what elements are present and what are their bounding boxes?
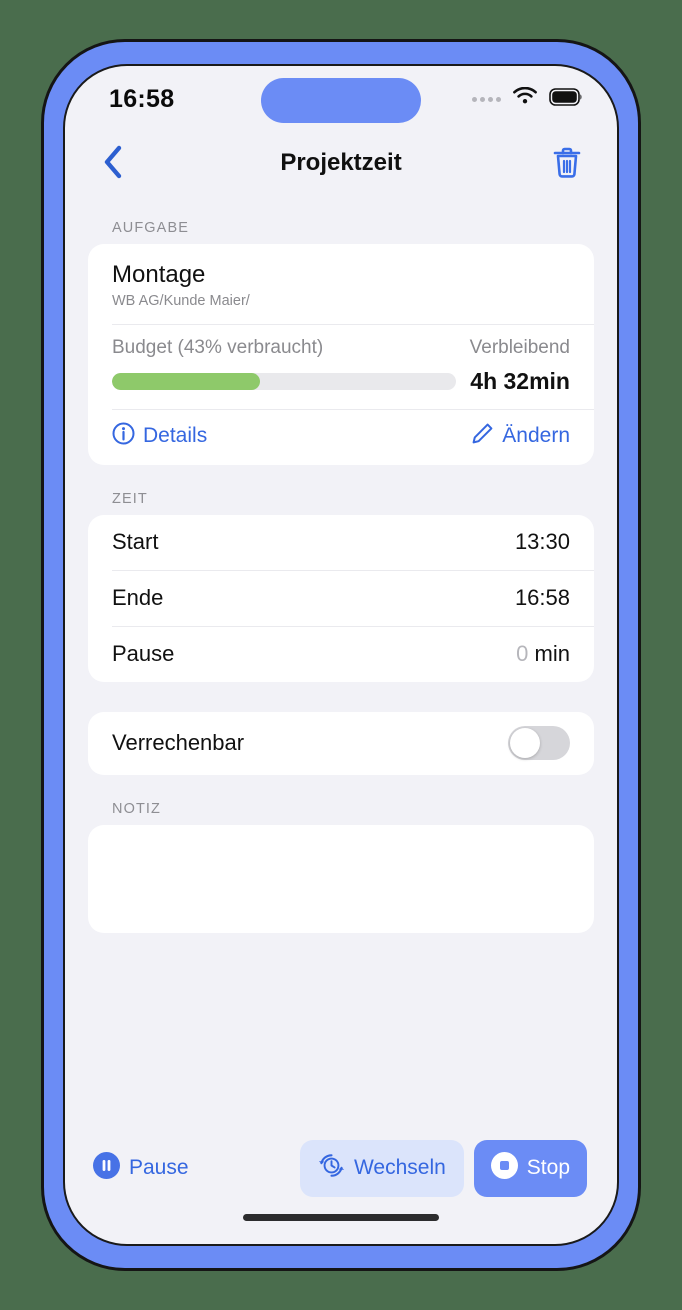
flex-spacer <box>65 1030 617 1122</box>
info-circle-icon <box>112 422 135 451</box>
phone-screen: 16:58 Projektzeit AUFGABE Montage WB AG/… <box>63 64 619 1246</box>
task-card: Montage WB AG/Kunde Maier/ Budget (43% v… <box>88 244 594 465</box>
toggle-knob <box>510 728 540 759</box>
billable-card: Verrechenbar <box>88 711 594 775</box>
chevron-left-icon <box>102 145 124 182</box>
time-row-value: 16:58 <box>514 585 570 611</box>
stop-button-label: Stop <box>526 1156 570 1179</box>
time-row-label: Ende <box>112 585 164 611</box>
budget-progress-fill <box>112 372 261 390</box>
pause-circle-icon <box>93 1151 120 1185</box>
status-bar-time: 16:58 <box>109 84 175 113</box>
details-button-label: Details <box>143 424 208 448</box>
bottom-action-bar: Pause Wechseln Stop <box>65 1122 617 1214</box>
task-header[interactable]: Montage WB AG/Kunde Maier/ <box>88 244 594 324</box>
section-label-task: AUFGABE <box>112 220 189 236</box>
pause-button-label: Pause <box>129 1156 189 1179</box>
budget-progress-bar <box>112 372 457 390</box>
details-button[interactable]: Details <box>112 422 207 451</box>
switch-clock-icon <box>318 1152 345 1185</box>
phone-frame: 16:58 Projektzeit AUFGABE Montage WB AG/… <box>41 39 641 1271</box>
section-label-note: NOTIZ <box>112 800 161 817</box>
pencil-icon <box>471 422 494 451</box>
billable-toggle[interactable] <box>508 726 570 761</box>
time-row-label: Start <box>112 529 159 555</box>
time-row-start[interactable]: Start 13:30 <box>88 515 594 570</box>
home-indicator <box>65 1214 617 1244</box>
break-row-label: Pause <box>112 641 175 667</box>
main-content: AUFGABE Montage WB AG/Kunde Maier/ Budge… <box>65 194 617 1030</box>
time-row-end[interactable]: Ende 16:58 <box>88 571 594 626</box>
wifi-icon <box>512 86 538 111</box>
task-actions: Details Ändern <box>88 410 594 465</box>
dynamic-island <box>261 78 421 123</box>
remaining-value: 4h 32min <box>470 367 570 394</box>
time-card: Start 13:30 Ende 16:58 Pause 0 min <box>88 514 594 682</box>
back-button[interactable] <box>91 141 135 185</box>
time-row-break[interactable]: Pause 0 min <box>88 627 594 682</box>
task-subtitle: WB AG/Kunde Maier/ <box>112 292 250 309</box>
time-row-value: 13:30 <box>514 529 570 555</box>
section-label-time: ZEIT <box>112 490 148 507</box>
break-minutes-unit: min <box>534 641 570 667</box>
battery-full-icon <box>549 87 583 111</box>
switch-button-label: Wechseln <box>353 1156 446 1179</box>
pause-button[interactable]: Pause <box>93 1151 189 1185</box>
stop-circle-icon <box>490 1151 518 1185</box>
switch-button[interactable]: Wechseln <box>299 1139 464 1197</box>
signal-dots-icon <box>472 96 501 102</box>
budget-text: Budget (43% verbraucht) <box>112 336 324 358</box>
billable-row: Verrechenbar <box>88 712 594 775</box>
stop-button[interactable]: Stop <box>473 1139 587 1197</box>
navigation-bar: Projektzeit <box>65 132 617 194</box>
budget-section: Budget (43% verbraucht) Verbleibend 4h 3… <box>88 325 594 409</box>
status-bar: 16:58 <box>65 66 617 132</box>
page-title: Projektzeit <box>280 149 402 176</box>
note-input[interactable] <box>88 824 594 933</box>
break-row-value: 0 min <box>516 641 570 667</box>
delete-button[interactable] <box>545 141 589 185</box>
trash-icon <box>551 145 583 182</box>
remaining-label: Verbleibend <box>469 336 570 358</box>
break-minutes-value: 0 <box>516 641 529 667</box>
billable-label: Verrechenbar <box>112 730 245 756</box>
task-title: Montage <box>112 261 206 288</box>
edit-button-label: Ändern <box>502 424 570 448</box>
edit-button[interactable]: Ändern <box>471 422 570 451</box>
status-bar-icons <box>472 86 583 111</box>
